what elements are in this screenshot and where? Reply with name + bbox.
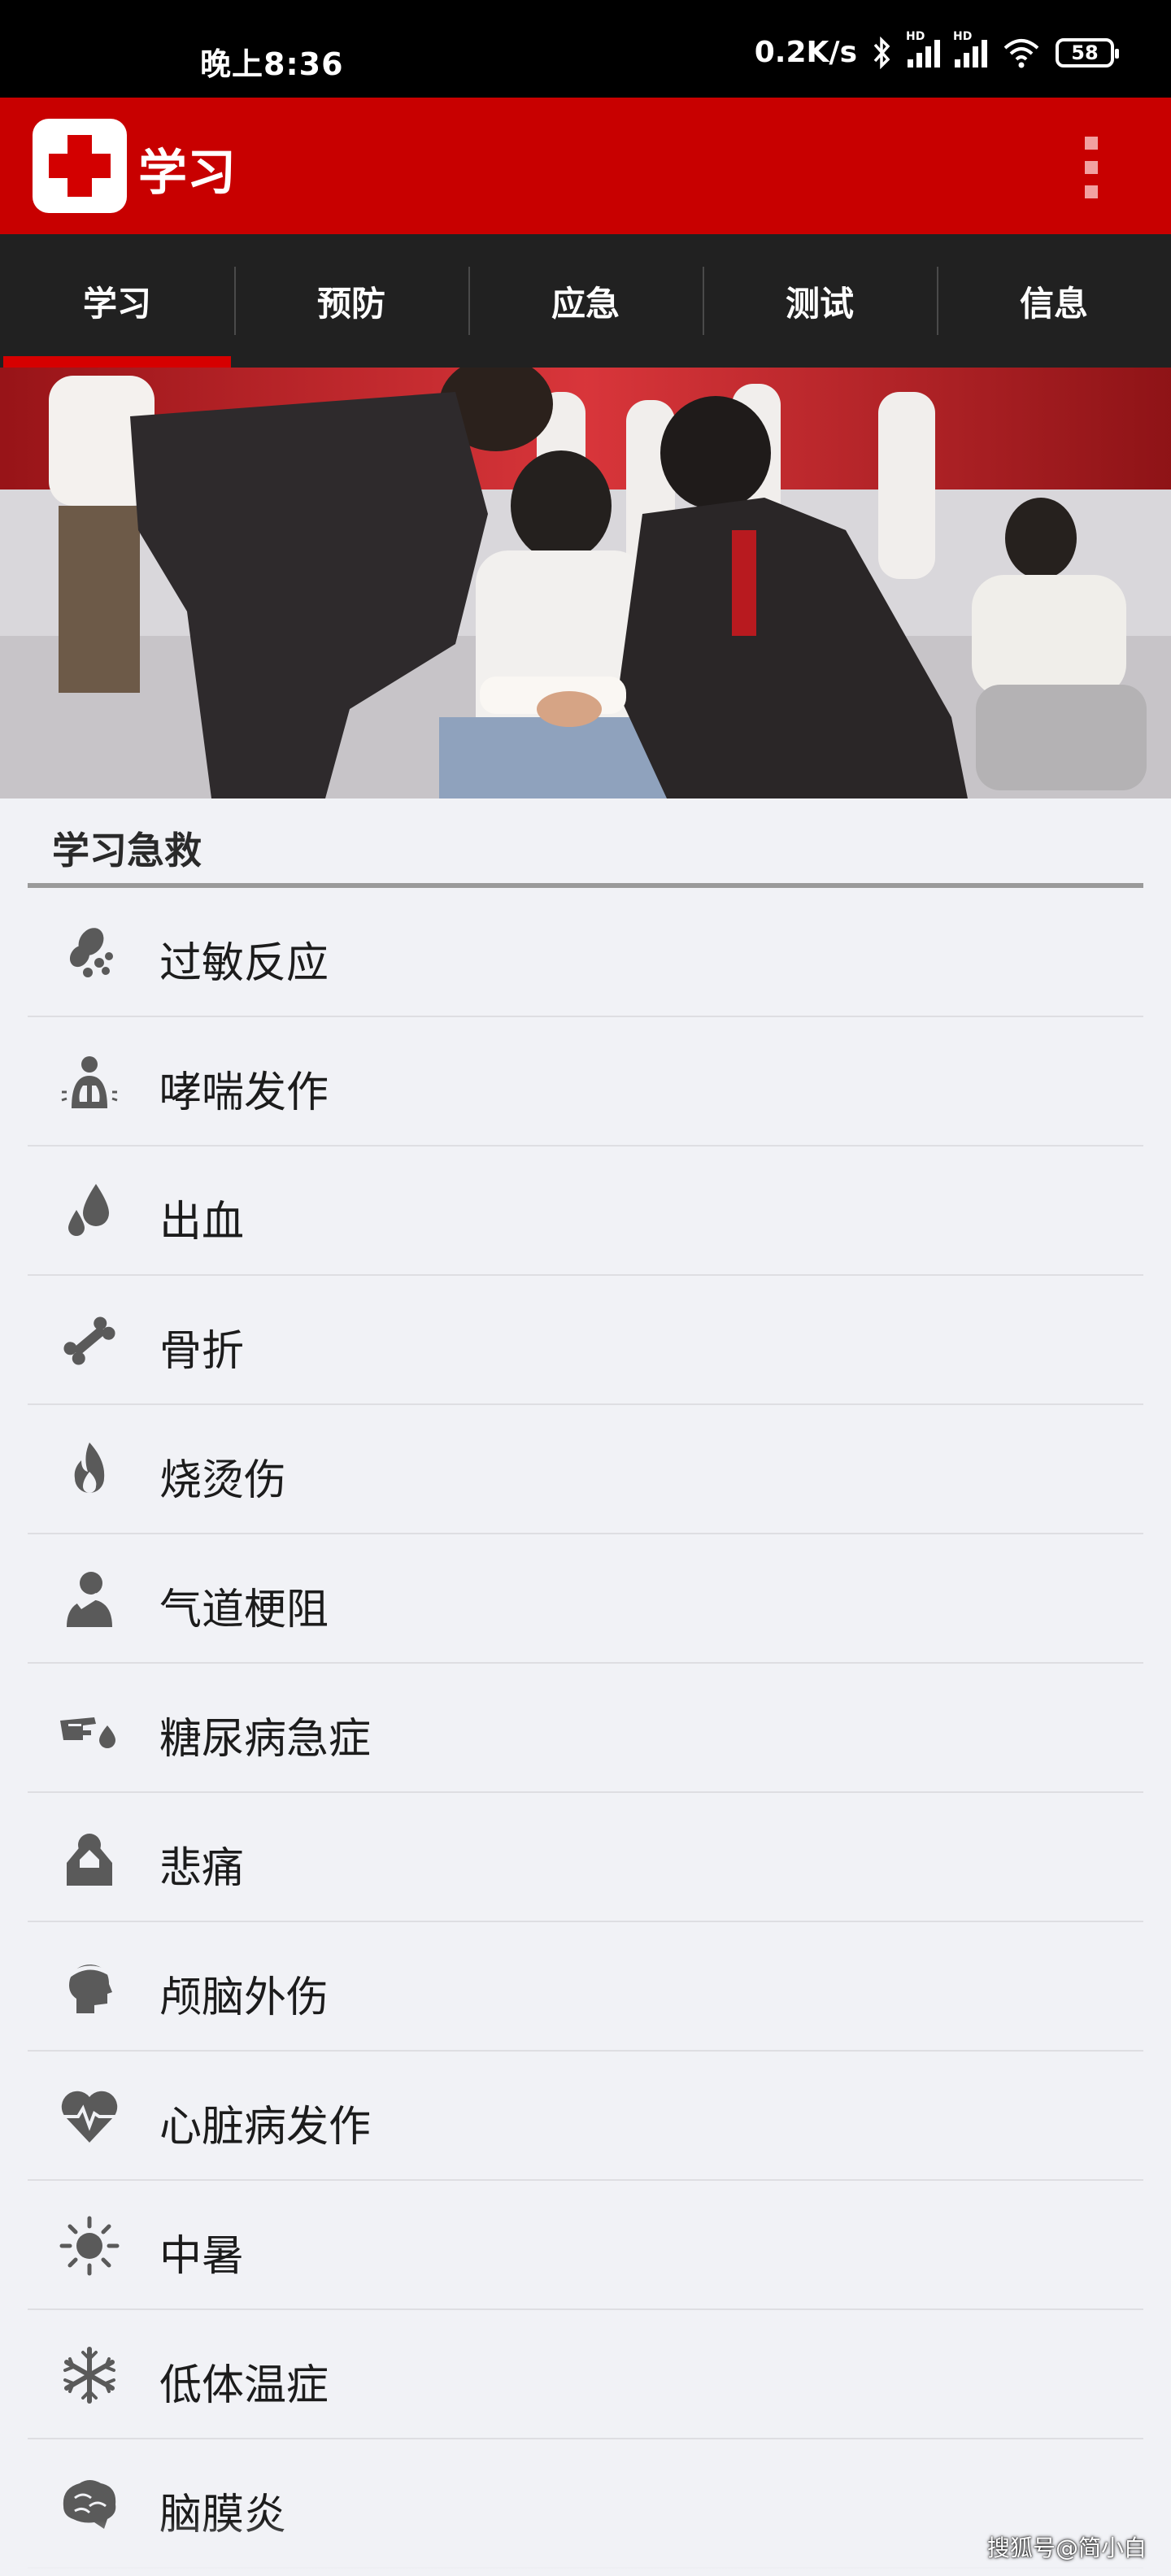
list-item-bleeding[interactable]: 出血	[28, 1147, 1143, 1276]
list-item-label: 糖尿病急症	[159, 1715, 372, 1764]
list-item-allergy[interactable]: 过敏反应	[28, 888, 1143, 1017]
wifi-icon	[1003, 38, 1039, 67]
list-item-label: 心脏病发作	[159, 2103, 372, 2152]
list-item-label: 过敏反应	[159, 939, 329, 988]
snowflake-icon	[63, 2347, 115, 2404]
app-bar-title: 学习	[138, 145, 236, 202]
list-item-grief[interactable]: 悲痛	[28, 1793, 1143, 1922]
list-item-heatstroke[interactable]: 中暑	[28, 2181, 1143, 2310]
tab-learn[interactable]: 学习	[0, 234, 234, 368]
head-injury-icon	[65, 1965, 112, 2013]
list-item-label: 烧烫伤	[159, 1456, 287, 1505]
app-bar: 学习	[0, 98, 1171, 234]
hero-image	[0, 368, 1171, 798]
bleeding-drops-icon	[68, 1184, 109, 1236]
sun-icon	[59, 2216, 120, 2276]
signal-2-hd-label: HD	[953, 29, 973, 43]
bluetooth-icon	[873, 36, 890, 69]
list-item-label: 出血	[159, 1198, 245, 1247]
choking-person-icon	[67, 1572, 112, 1627]
battery-indicator: 58	[1056, 37, 1119, 67]
list-item-heart-attack[interactable]: 心脏病发作	[28, 2052, 1143, 2181]
list-item-asthma[interactable]: 哮喘发作	[28, 1017, 1143, 1147]
list-item-label: 哮喘发作	[159, 1068, 329, 1117]
overflow-menu-icon[interactable]	[1075, 137, 1108, 198]
signal-2-icon: HD	[953, 30, 987, 67]
list-item-label: 气道梗阻	[159, 1586, 329, 1634]
tab-bar: 学习 预防 应急 测试 信息	[0, 234, 1171, 368]
tab-emergency[interactable]: 应急	[468, 234, 703, 368]
list-item-burns[interactable]: 烧烫伤	[28, 1405, 1143, 1534]
list-item-hypothermia[interactable]: 低体温症	[28, 2310, 1143, 2439]
list-item-head-injury[interactable]: 颅脑外伤	[28, 1922, 1143, 2052]
bone-icon	[63, 1316, 115, 1365]
watermark-text: 搜狐号@简小白	[986, 2535, 1147, 2561]
list-item-label: 悲痛	[159, 1844, 245, 1893]
diabetes-finger-drop-icon	[60, 1717, 115, 1748]
tab-prevent[interactable]: 预防	[234, 234, 468, 368]
tab-test[interactable]: 测试	[703, 234, 937, 368]
list-item-label: 颅脑外伤	[159, 1973, 329, 2022]
signal-1-hd-label: HD	[906, 29, 925, 43]
allergy-peanut-icon	[69, 928, 113, 977]
red-cross-logo-icon	[33, 119, 127, 213]
list-item-fracture[interactable]: 骨折	[28, 1276, 1143, 1405]
section-title: 学习急救	[52, 829, 202, 872]
grief-person-icon	[67, 1834, 112, 1886]
network-speed: 0.2K/s	[754, 36, 857, 69]
signal-1-icon: HD	[906, 30, 940, 67]
list-item-label: 中暑	[159, 2232, 245, 2281]
status-time: 晚上8:36	[200, 46, 344, 82]
asthma-lungs-icon	[61, 1056, 118, 1108]
first-aid-topic-list: 过敏反应 哮喘发作 出血 骨折 烧烫伤 气道梗阻 糖尿病急症 悲痛 颅脑外伤 心…	[28, 888, 1143, 2569]
list-item-choking[interactable]: 气道梗阻	[28, 1534, 1143, 1664]
heart-pulse-icon	[61, 2091, 118, 2143]
status-bar: 晚上8:36 0.2K/s HD HD 58	[0, 0, 1171, 98]
tab-info[interactable]: 信息	[937, 234, 1171, 368]
list-item-label: 低体温症	[159, 2361, 329, 2410]
list-item-diabetes[interactable]: 糖尿病急症	[28, 1664, 1143, 1793]
list-item-label: 骨折	[159, 1327, 245, 1376]
flame-icon	[74, 1442, 105, 1493]
status-icons: 0.2K/s HD HD 58	[754, 30, 1119, 69]
